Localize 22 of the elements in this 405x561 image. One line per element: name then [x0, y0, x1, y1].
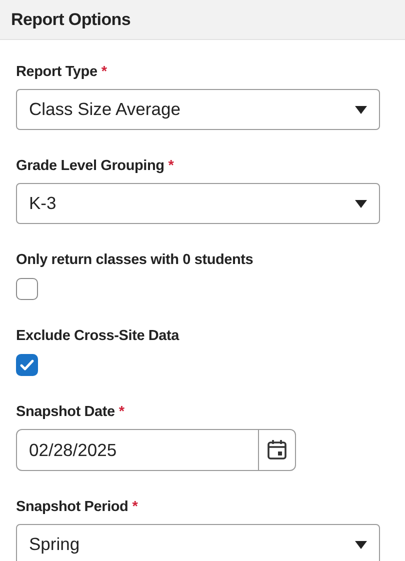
- caret-icon: [355, 106, 367, 114]
- field-label: Report Type: [16, 64, 98, 80]
- checkmark-icon: [20, 359, 34, 371]
- required-mark: *: [168, 158, 174, 174]
- field-label: Snapshot Period: [16, 499, 128, 515]
- field-label: Grade Level Grouping: [16, 158, 164, 174]
- caret-icon: [355, 540, 367, 548]
- date-field[interactable]: 02/28/2025: [16, 429, 296, 471]
- required-mark: *: [132, 499, 138, 515]
- dropdown-field[interactable]: K-3: [16, 183, 380, 224]
- required-mark: *: [118, 404, 125, 420]
- caret-icon: [355, 200, 367, 208]
- checkbox[interactable]: [16, 278, 38, 300]
- field-label: Only return classes with 0 students: [16, 252, 254, 268]
- checkbox[interactable]: [16, 354, 38, 376]
- field-label: Snapshot Date: [16, 404, 115, 420]
- required-mark: *: [101, 64, 107, 80]
- dropdown-field[interactable]: Spring: [16, 524, 380, 561]
- panel-title: Report Options: [11, 10, 131, 30]
- dropdown-field[interactable]: Class Size Average: [16, 89, 380, 130]
- field-label: Exclude Cross-Site Data: [16, 328, 180, 344]
- calendar-icon: [267, 439, 287, 461]
